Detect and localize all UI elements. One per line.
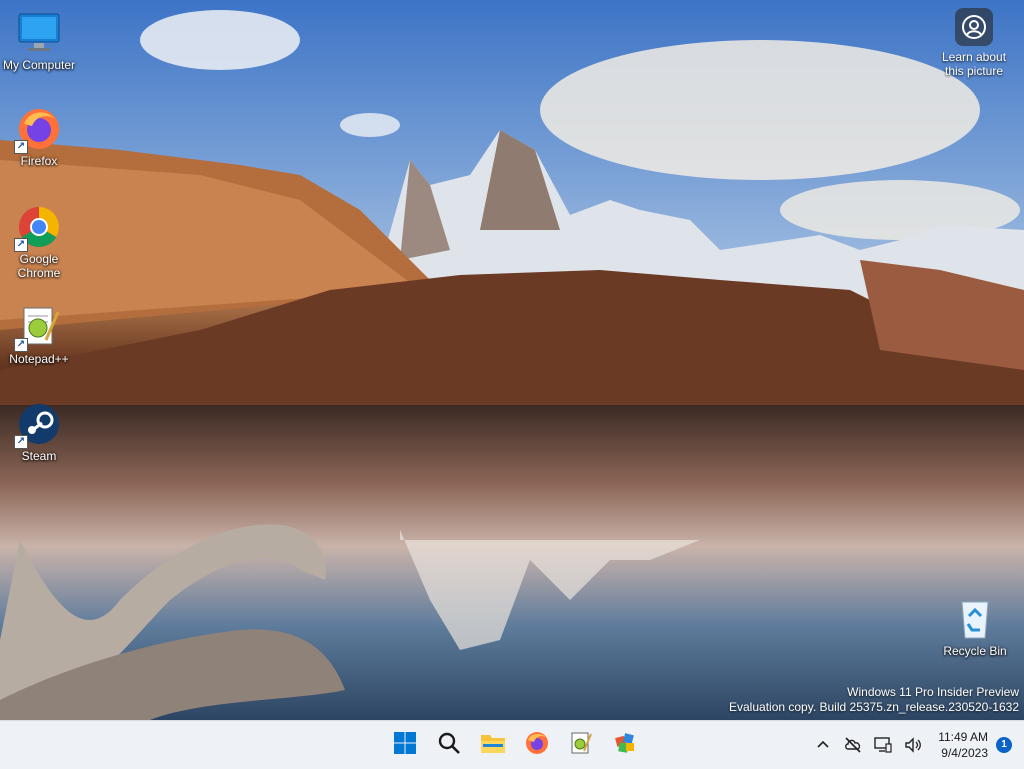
desktop-icon-firefox[interactable]: ↗ Firefox xyxy=(1,106,77,168)
clock-date: 9/4/2023 xyxy=(941,746,988,760)
camera-icon[interactable] xyxy=(955,8,993,46)
desktop-icon-label: Recycle Bin xyxy=(943,644,1007,658)
volume-icon[interactable] xyxy=(901,733,925,757)
desktop-icon-label: Steam xyxy=(21,449,57,463)
taskbar: 11:49 AM 9/4/2023 1 xyxy=(0,720,1024,769)
shortcut-arrow-icon: ↗ xyxy=(14,140,28,154)
app-icon xyxy=(613,731,637,760)
steam-icon: ↗ xyxy=(14,401,62,449)
notepad-plus-plus-taskbar-button[interactable] xyxy=(562,727,600,763)
search-icon xyxy=(437,731,461,760)
start-button[interactable] xyxy=(386,727,424,763)
chevron-up-icon[interactable] xyxy=(811,733,835,757)
system-tray: 11:49 AM 9/4/2023 1 xyxy=(808,721,1024,769)
watermark-line-2: Evaluation copy. Build 25375.zn_release.… xyxy=(729,700,1019,714)
clock-time: 11:49 AM xyxy=(938,730,988,744)
taskbar-clock[interactable]: 11:49 AM 9/4/2023 xyxy=(938,729,988,761)
evaluation-watermark: Windows 11 Pro Insider Preview Evaluatio… xyxy=(729,685,1019,715)
file-explorer-button[interactable] xyxy=(474,727,512,763)
desktop-icon-label: Firefox xyxy=(20,154,58,168)
search-button[interactable] xyxy=(430,727,468,763)
firefox-taskbar-button[interactable] xyxy=(518,727,556,763)
watermark-line-1: Windows 11 Pro Insider Preview xyxy=(847,685,1019,699)
desktop-icon-recycle-bin[interactable]: Recycle Bin xyxy=(937,596,1013,658)
folder-icon xyxy=(480,731,506,760)
desktop-icon-label: Google Chrome xyxy=(17,252,61,280)
monitor-icon xyxy=(16,10,62,56)
desktop[interactable]: My Computer ↗ Firefox ↗ Google Chrome ↗ … xyxy=(0,0,1024,720)
extra-app-taskbar-button[interactable] xyxy=(606,727,644,763)
network-off-icon[interactable] xyxy=(841,733,865,757)
learn-about-picture[interactable]: Learn about this picture xyxy=(938,8,1010,78)
wallpaper xyxy=(0,0,1024,720)
taskbar-apps xyxy=(386,727,644,763)
learn-about-label: Learn about this picture xyxy=(941,50,1007,78)
shortcut-arrow-icon: ↗ xyxy=(14,338,28,352)
desktop-icon-notepad-plus-plus[interactable]: ↗ Notepad++ xyxy=(1,304,77,366)
shortcut-arrow-icon: ↗ xyxy=(14,435,28,449)
firefox-icon xyxy=(525,731,549,760)
desktop-icon-label: My Computer xyxy=(2,58,76,72)
display-icon[interactable] xyxy=(871,733,895,757)
desktop-icon-label: Notepad++ xyxy=(9,352,69,366)
recycle-bin-icon xyxy=(952,596,998,642)
notepad-plus-plus-icon xyxy=(569,731,593,760)
desktop-icon-google-chrome[interactable]: ↗ Google Chrome xyxy=(1,204,77,280)
desktop-icon-my-computer[interactable]: My Computer xyxy=(1,10,77,72)
chrome-icon: ↗ xyxy=(14,204,62,252)
notepad-plus-plus-icon: ↗ xyxy=(14,304,62,352)
windows-logo-icon xyxy=(393,731,417,760)
firefox-icon: ↗ xyxy=(14,106,62,154)
desktop-icon-steam[interactable]: ↗ Steam xyxy=(1,401,77,463)
notification-badge[interactable]: 1 xyxy=(996,737,1012,753)
shortcut-arrow-icon: ↗ xyxy=(14,238,28,252)
